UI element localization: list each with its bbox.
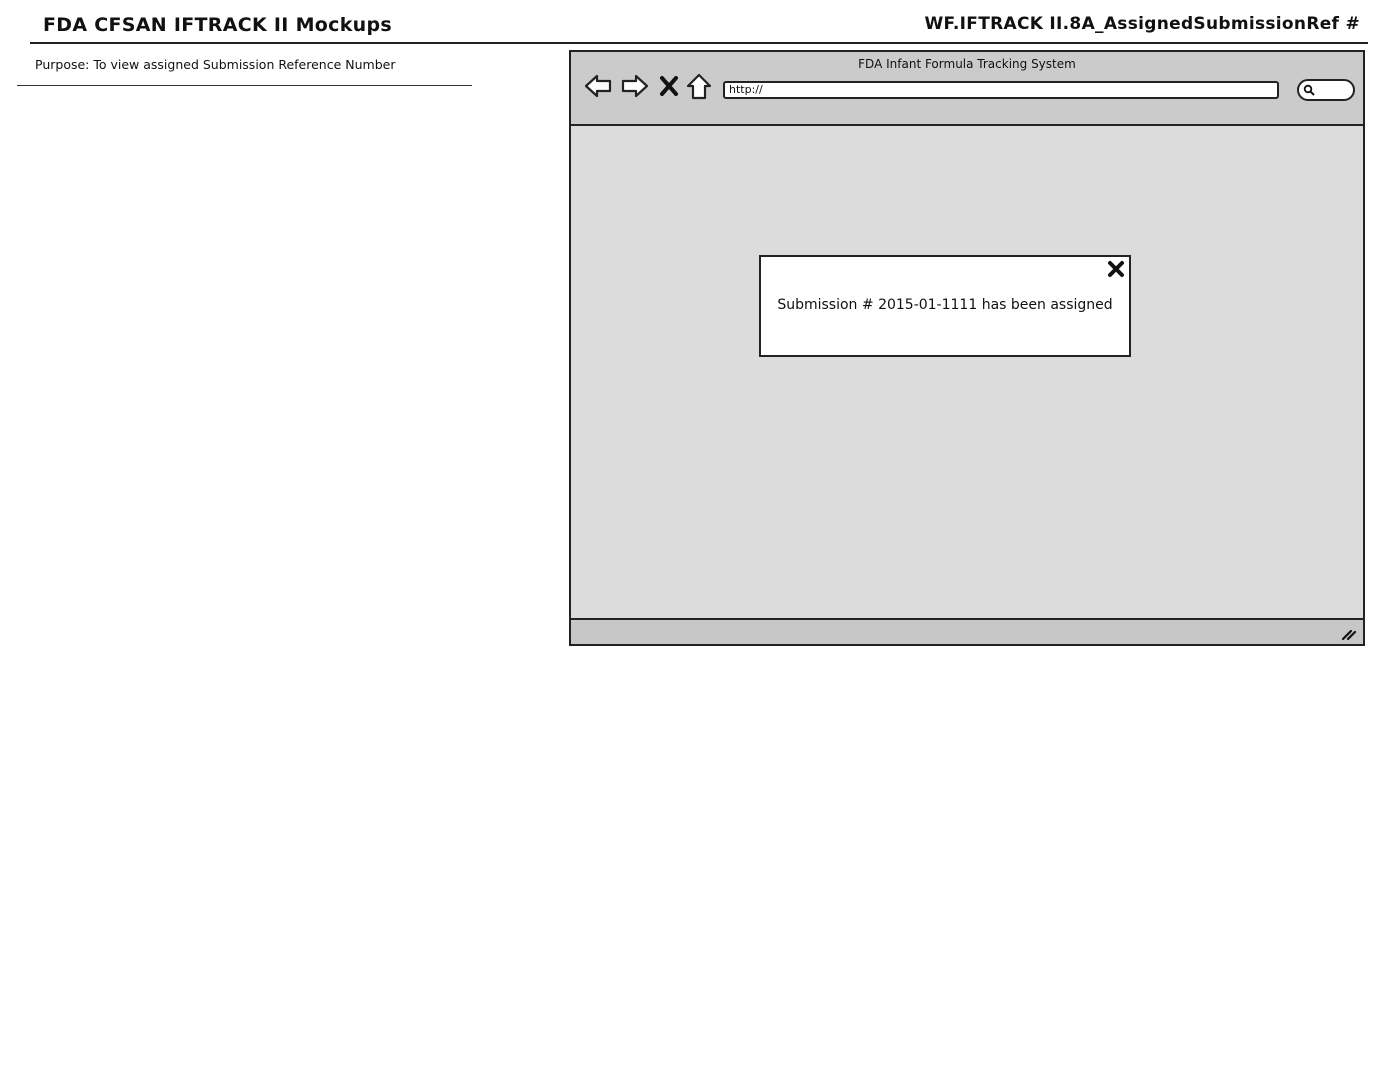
stop-icon[interactable] [656, 72, 682, 100]
forward-arrow-icon[interactable] [620, 72, 650, 100]
purpose-divider [17, 85, 472, 86]
back-arrow-icon[interactable] [583, 72, 613, 100]
purpose-text: Purpose: To view assigned Submission Ref… [35, 57, 396, 72]
header-title: FDA CFSAN IFTRACK II Mockups [43, 14, 392, 36]
close-icon[interactable] [1107, 260, 1125, 278]
search-icon [1303, 84, 1315, 96]
url-bar[interactable]: http:// [723, 81, 1279, 99]
assignment-dialog: Submission # 2015-01-1111 has been assig… [759, 255, 1131, 357]
resize-grip-icon[interactable] [1341, 627, 1357, 641]
status-bar [571, 618, 1363, 644]
header-reference: WF.IFTRACK II.8A_AssignedSubmissionRef # [924, 14, 1360, 34]
header-divider [30, 42, 1368, 44]
browser-content [571, 126, 1363, 618]
dialog-message: Submission # 2015-01-1111 has been assig… [777, 297, 1113, 313]
search-box[interactable] [1297, 79, 1355, 101]
browser-toolbar: FDA Infant Formula Tracking System http:… [571, 52, 1363, 126]
window-title: FDA Infant Formula Tracking System [858, 57, 1076, 71]
home-icon[interactable] [685, 72, 713, 100]
